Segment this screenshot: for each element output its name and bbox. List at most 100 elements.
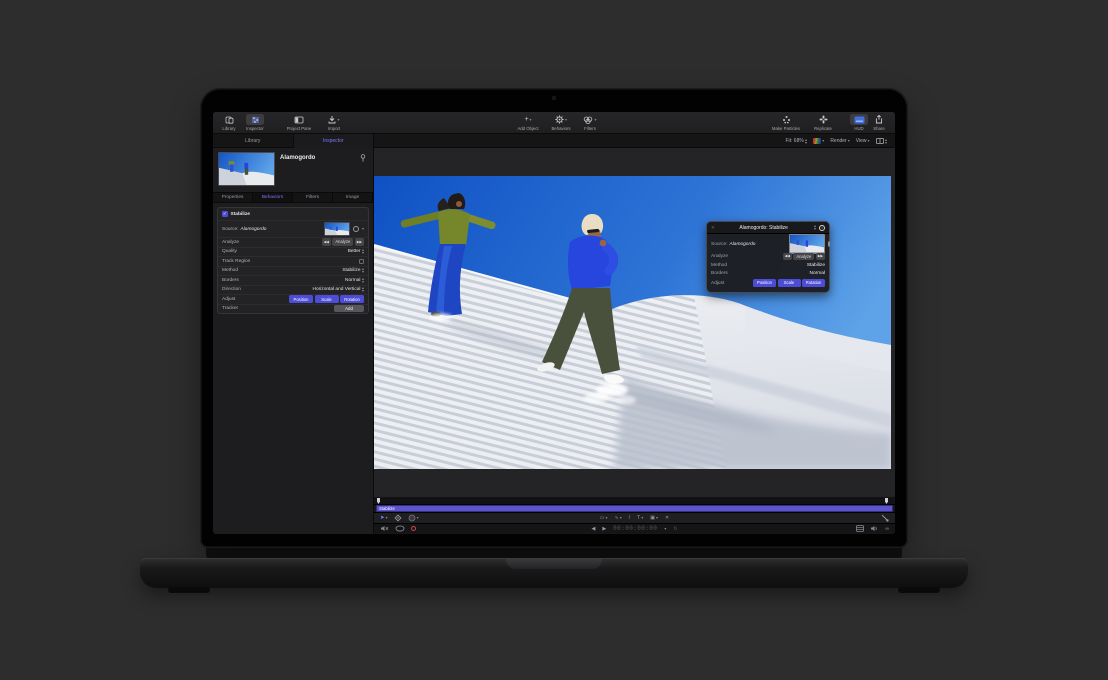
render-menu[interactable]: Render ▾ (830, 138, 849, 144)
timing-pane: Stabilize ➤ ▾ ▾ (374, 497, 895, 534)
chevron-down-icon: ▾ (594, 118, 596, 122)
info-icon[interactable]: i (819, 225, 825, 231)
analyze-button[interactable]: Analyze (332, 238, 353, 246)
hud-icon (850, 114, 868, 125)
hud-adjust-scale-button[interactable]: Scale (778, 279, 801, 287)
laptop-base (140, 558, 968, 588)
method-popup[interactable]: Stabilize (342, 268, 364, 273)
tab-filters[interactable]: Filters (293, 193, 333, 202)
inspector-button[interactable]: Inspector (241, 113, 269, 132)
play-button[interactable]: ▶ (602, 526, 606, 532)
adjust-rotation-button[interactable]: Rotation (340, 295, 364, 303)
method-label: Method (222, 268, 238, 273)
replicate-button[interactable]: Replicate (807, 113, 839, 132)
library-icon (220, 114, 238, 125)
close-tools-button[interactable]: ✕ (665, 515, 669, 521)
audio-icon[interactable] (870, 525, 879, 532)
analyze-forward-button[interactable]: ▶▶ (355, 238, 364, 246)
tab-properties[interactable]: Properties (213, 193, 253, 202)
behavior-timebar[interactable]: Stabilize (376, 505, 893, 512)
transport-row: ◀ ▶ 00:00:00:00 ▾ ↻ ∞ (374, 523, 895, 533)
hud-analyze-button[interactable]: Analyze (793, 253, 814, 261)
playhead-icon[interactable] (377, 498, 380, 504)
adjust-scale-button[interactable]: Scale (315, 295, 339, 303)
previous-frame-button[interactable]: ◀ (591, 526, 595, 532)
fit-zoom-control[interactable]: Fit: 68% (785, 138, 807, 144)
node-connection-icon[interactable] (881, 514, 889, 522)
line-tool[interactable]: / (629, 515, 630, 521)
stabilize-behavior-group: ✓ Stabilize Source:Alamogordo (217, 207, 369, 314)
hud-adjust-rotation-button[interactable]: Rotation (802, 279, 825, 287)
link-icon[interactable]: ∞ (885, 526, 889, 532)
hud-method-value[interactable]: Stabilize (807, 263, 825, 268)
stepper-icon (805, 139, 807, 144)
cycle-playback-icon[interactable]: ↻ (673, 526, 677, 532)
app-window: Library Inspector Project Pane (213, 112, 895, 534)
chevron-down-icon: ▾ (822, 139, 824, 143)
source-thumbnail[interactable] (324, 222, 350, 236)
pin-icon[interactable] (360, 154, 366, 164)
layout-control[interactable] (876, 138, 888, 144)
timecode-display[interactable]: 00:00:00:00 (613, 525, 657, 532)
pane-tab-inspector[interactable]: Inspector (294, 134, 375, 148)
borders-popup[interactable]: Normal (345, 278, 364, 283)
text-tool[interactable]: T▾ (637, 515, 643, 521)
hud-analyze-backward-button[interactable]: ◀◀ (783, 253, 792, 261)
show-timeline-icon[interactable] (856, 525, 864, 532)
chevron-down-icon: ▾ (565, 118, 567, 122)
quality-label: Quality (222, 249, 237, 254)
rectangle-tool[interactable]: ▭▾ (600, 515, 608, 521)
tab-image[interactable]: Image (333, 193, 373, 202)
hud-adjust-label: Adjust (711, 281, 724, 286)
add-object-icon: + ▾ (519, 114, 537, 125)
hud-button[interactable]: HUD (849, 113, 869, 132)
view-options-bar: Fit: 68% ▾ Render ▾ View ▾ (785, 134, 887, 148)
header-strip: Library Inspector Fit: 68% ▾ Render ▾ (213, 134, 895, 148)
hud-analyze-forward-button[interactable]: ▶▶ (816, 253, 825, 261)
chevron-down-icon[interactable]: ▾ (664, 527, 666, 531)
library-button[interactable]: Library (217, 113, 241, 132)
hud-title-bar[interactable]: ✕ Alamogordo: Stabilize i (707, 222, 829, 234)
inspector-tabs: Properties Behaviors Filters Image (213, 192, 373, 203)
import-button[interactable]: ▾ Import (321, 113, 347, 132)
project-pane-button[interactable]: Project Pane (279, 113, 319, 132)
image-mask-tool[interactable]: ▣▾ (650, 515, 658, 521)
make-particles-button[interactable]: Make Particles (765, 113, 807, 132)
view-menu[interactable]: View ▾ (856, 138, 870, 144)
stabilize-enable-checkbox[interactable]: ✓ (222, 211, 228, 217)
clip-thumbnail[interactable] (218, 152, 275, 186)
stepper-icon[interactable] (814, 225, 816, 230)
direction-popup[interactable]: Horizontal and Vertical (313, 287, 365, 292)
hud-method-label: Method (711, 263, 727, 268)
clip-header: Alamogordo (213, 148, 373, 192)
adjust-position-button[interactable]: Position (289, 295, 313, 303)
hud-source-thumbnail[interactable] (789, 234, 825, 254)
channels-control[interactable]: ▾ (813, 138, 824, 144)
mini-timeline-scrubber[interactable] (374, 497, 895, 505)
source-well-icon[interactable] (353, 226, 359, 232)
analyze-backward-button[interactable]: ◀◀ (322, 238, 331, 246)
source-well-icon[interactable] (828, 241, 830, 247)
chevron-down-icon[interactable]: ▾ (362, 227, 364, 231)
import-icon: ▾ (325, 114, 343, 125)
hud-borders-value[interactable]: Normal (810, 271, 825, 276)
share-button[interactable]: Share (869, 113, 889, 132)
behaviors-button[interactable]: ▾ Behaviors (545, 113, 577, 132)
replicate-icon (814, 114, 832, 125)
add-object-button[interactable]: + ▾ Add Object (511, 113, 545, 132)
filters-icon: ▾ (581, 114, 599, 125)
main-toolbar: Library Inspector Project Pane (213, 112, 895, 134)
hud-title: Alamogordo: Stabilize (715, 225, 813, 231)
play-range-end-icon[interactable] (885, 498, 888, 504)
tab-behaviors[interactable]: Behaviors (253, 193, 293, 202)
source-label: Source: (222, 227, 239, 232)
canvas-area[interactable]: ✕ Alamogordo: Stabilize i Source:Alamogo… (374, 148, 895, 497)
track-region-checkbox[interactable] (359, 259, 365, 265)
filters-button[interactable]: ▾ Filters (577, 113, 603, 132)
bezier-tool[interactable]: ∿▾ (615, 515, 622, 521)
quality-popup[interactable]: Better (348, 249, 364, 254)
pane-tab-library[interactable]: Library (213, 134, 294, 148)
hud-adjust-position-button[interactable]: Position (753, 279, 776, 287)
hud-panel[interactable]: ✕ Alamogordo: Stabilize i Source:Alamogo… (706, 221, 830, 293)
tracker-add-button[interactable]: Add (334, 305, 364, 312)
